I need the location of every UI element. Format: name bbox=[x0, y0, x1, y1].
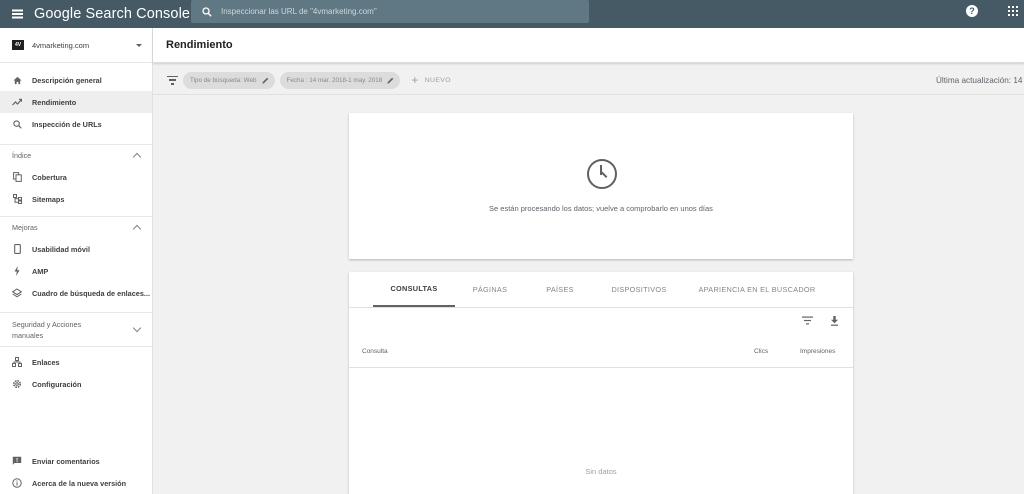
bolt-icon bbox=[12, 266, 22, 276]
sidebar-item-overview[interactable]: Descripción general bbox=[0, 69, 152, 91]
sidebar-footer: Enviar comentarios Acerca de la nueva ve… bbox=[0, 450, 152, 494]
sidebar-item-performance[interactable]: Rendimiento bbox=[0, 91, 152, 113]
property-name: 4vmarketing.com bbox=[32, 40, 90, 50]
tab-pages[interactable]: PÁGINAS bbox=[455, 272, 525, 307]
search-input[interactable] bbox=[221, 7, 561, 16]
sidebar-item-about-new-version[interactable]: Acerca de la nueva versión bbox=[0, 472, 152, 494]
top-app-bar: Google Search Console ? bbox=[0, 0, 1024, 28]
page-title: Rendimiento bbox=[166, 39, 233, 51]
section-title: Mejoras bbox=[12, 223, 38, 232]
chip-label: Tipo de búsqueda: Web bbox=[190, 76, 257, 84]
sidebar-item-label: Cuadro de búsqueda de enlaces... bbox=[32, 288, 150, 298]
column-header-clicks[interactable]: Clics bbox=[754, 348, 768, 355]
dimension-tabs: CONSULTAS PÁGINAS PAÍSES DISPOSITIVOS AP… bbox=[349, 272, 853, 308]
table-header-divider bbox=[349, 367, 853, 368]
sidebar-item-label: Sitemaps bbox=[32, 194, 65, 204]
file-copy-icon bbox=[12, 172, 22, 182]
last-update-text: Última actualización: 14 bbox=[936, 76, 1023, 85]
search-icon bbox=[202, 6, 212, 17]
plus-icon: + bbox=[411, 73, 419, 87]
date-range-chip[interactable]: Fecha : 14 mar. 2018-1 may. 2018 bbox=[279, 71, 401, 89]
sidebar-item-url-inspection[interactable]: Inspección de URLs bbox=[0, 113, 152, 135]
section-index-header[interactable]: Índice bbox=[0, 144, 152, 166]
clock-icon bbox=[587, 159, 617, 189]
gear-icon bbox=[12, 379, 22, 389]
chevron-up-icon bbox=[132, 152, 142, 162]
sidebar-item-sitemaps[interactable]: Sitemaps bbox=[0, 188, 152, 210]
sidebar-item-mobile-usability[interactable]: Usabilidad móvil bbox=[0, 238, 152, 260]
sidebar-item-send-feedback[interactable]: Enviar comentarios bbox=[0, 450, 152, 472]
tab-search-appearance[interactable]: APARIENCIA EN EL BUSCADOR bbox=[683, 272, 831, 307]
phone-icon bbox=[12, 244, 22, 254]
filter-icon[interactable] bbox=[167, 75, 178, 85]
app-title[interactable]: Google Search Console bbox=[34, 6, 190, 22]
sidebar-item-label: Descripción general bbox=[32, 75, 102, 85]
feedback-icon bbox=[12, 456, 22, 466]
sidebar-item-links[interactable]: Enlaces bbox=[0, 351, 152, 373]
sidebar-item-label: Cobertura bbox=[32, 172, 67, 182]
chevron-up-icon bbox=[132, 224, 142, 234]
filter-rows-icon[interactable] bbox=[802, 316, 813, 325]
trending-up-icon bbox=[12, 97, 22, 107]
add-filter-button[interactable]: + NUEVO bbox=[411, 73, 451, 87]
sidebar: 4V 4vmarketing.com Descripción general R… bbox=[0, 28, 153, 494]
sitemap-icon bbox=[12, 194, 22, 204]
column-header-query[interactable]: Consulta bbox=[362, 348, 388, 355]
tab-devices[interactable]: DISPOSITIVOS bbox=[595, 272, 683, 307]
property-selector[interactable]: 4V 4vmarketing.com bbox=[0, 28, 152, 63]
tab-countries[interactable]: PAÍSES bbox=[525, 272, 595, 307]
property-logo: 4V bbox=[12, 40, 24, 50]
links-icon bbox=[12, 357, 22, 367]
sidebar-item-label: Enlaces bbox=[32, 357, 60, 367]
sidebar-item-label: Configuración bbox=[32, 379, 82, 389]
chevron-down-icon bbox=[132, 323, 142, 333]
sidebar-item-label: Usabilidad móvil bbox=[32, 244, 90, 254]
info-icon bbox=[12, 478, 22, 488]
page-header: Rendimiento bbox=[153, 28, 1024, 63]
sidebar-item-settings[interactable]: Configuración bbox=[0, 373, 152, 395]
help-icon[interactable]: ? bbox=[966, 5, 978, 17]
add-filter-label: NUEVO bbox=[424, 76, 451, 84]
sidebar-item-label: Enviar comentarios bbox=[32, 456, 100, 466]
sidebar-item-label: Inspección de URLs bbox=[32, 119, 102, 129]
download-icon[interactable] bbox=[830, 316, 839, 326]
url-inspection-search[interactable] bbox=[191, 0, 589, 23]
hamburger-menu-icon[interactable] bbox=[0, 0, 34, 28]
apps-grid-icon[interactable] bbox=[1008, 6, 1018, 16]
edit-pencil-icon bbox=[387, 77, 394, 84]
section-title: Seguridad y Acciones manuales bbox=[12, 319, 82, 340]
table-actions bbox=[802, 316, 839, 326]
sidebar-item-label: AMP bbox=[32, 266, 49, 276]
section-title: Índice bbox=[12, 151, 32, 160]
sidebar-item-label: Rendimiento bbox=[32, 97, 77, 107]
sidebar-item-coverage[interactable]: Cobertura bbox=[0, 166, 152, 188]
processing-message: Se están procesando los datos; vuelve a … bbox=[489, 204, 713, 213]
sidebar-item-sitelinks-searchbox[interactable]: Cuadro de búsqueda de enlaces... bbox=[0, 282, 152, 304]
empty-table-message: Sin datos bbox=[585, 467, 617, 476]
layers-icon bbox=[12, 288, 22, 298]
home-icon bbox=[12, 75, 22, 85]
search-icon bbox=[12, 119, 22, 129]
sidebar-item-amp[interactable]: AMP bbox=[0, 260, 152, 282]
caret-down-icon bbox=[136, 43, 142, 47]
edit-pencil-icon bbox=[261, 77, 268, 84]
filter-bar: Tipo de búsqueda: Web Fecha : 14 mar. 20… bbox=[153, 66, 1024, 95]
tab-queries[interactable]: CONSULTAS bbox=[373, 272, 455, 307]
processing-status-card: Se están procesando los datos; vuelve a … bbox=[349, 113, 853, 259]
section-enhancements-header[interactable]: Mejoras bbox=[0, 216, 152, 238]
search-type-chip[interactable]: Tipo de búsqueda: Web bbox=[183, 71, 275, 89]
queries-table-card: CONSULTAS PÁGINAS PAÍSES DISPOSITIVOS AP… bbox=[349, 272, 853, 494]
sidebar-item-label: Acerca de la nueva versión bbox=[32, 478, 127, 488]
column-header-impressions[interactable]: Impresiones bbox=[800, 348, 835, 355]
chip-label: Fecha : 14 mar. 2018-1 may. 2018 bbox=[286, 76, 383, 84]
section-security-header[interactable]: Seguridad y Acciones manuales bbox=[0, 312, 152, 346]
